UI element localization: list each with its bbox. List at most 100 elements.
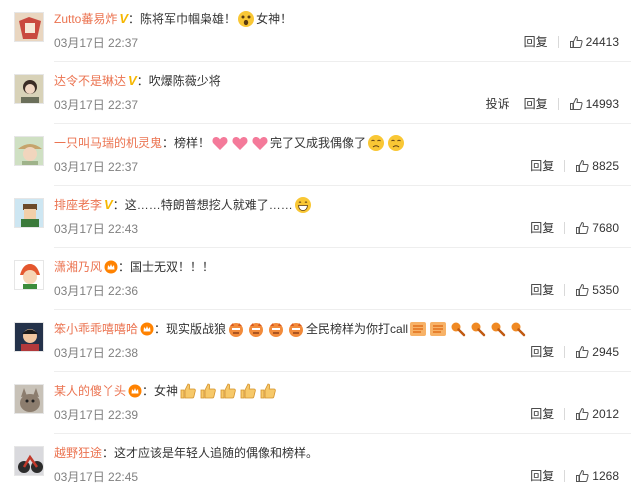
thumbs-up-emoji-icon [259,382,277,400]
reply-button[interactable]: 回复 [524,32,548,52]
thumbs-up-icon [569,35,583,48]
colon: ： [118,260,131,274]
like-button[interactable]: 14993 [569,94,619,114]
action-divider [564,346,566,358]
comment-text: 现实版战狼 [166,322,227,336]
avatar[interactable] [14,74,44,104]
cry-emoji-icon [387,134,405,152]
verified-v-icon: V [119,11,129,26]
like-button[interactable]: 5350 [575,280,619,300]
like-count: 7680 [592,221,619,235]
avatar[interactable] [14,260,44,290]
timestamp: 03月17日 22:43 [54,222,139,236]
report-button[interactable]: 投诉 [486,94,510,114]
like-button[interactable]: 24413 [569,32,619,52]
username-link[interactable]: 达令不是琳达 [54,72,126,90]
action-divider [564,222,566,234]
avatar[interactable] [14,384,44,414]
thumbs-up-icon [576,469,589,482]
comment-text: 陈将军巾帼枭雄！ [140,12,237,26]
verified-v-icon: V [104,197,113,212]
comment-item: 潇湘乃风 ： 国士无双！！！ 03月17日 22:36 回复 5350 [0,248,631,310]
reply-button[interactable]: 回复 [530,156,554,176]
username-link[interactable]: 一只叫马瑞的机灵鬼 [54,134,162,152]
comment-text: 吹爆陈薇少将 [148,74,221,88]
thumbs-up-icon [576,221,589,234]
thumbs-up-emoji-icon [179,382,197,400]
timestamp: 03月17日 22:45 [54,470,139,484]
heart-emoji-icon [251,134,269,152]
reply-button[interactable]: 回复 [530,466,554,486]
call-sticker-icon [429,320,447,338]
glowstick-icon [509,320,527,338]
grin-emoji-icon [294,196,312,214]
member-crown-icon [104,260,118,274]
colon: ： [136,74,149,88]
reply-button[interactable]: 回复 [530,280,554,300]
timestamp: 03月17日 22:38 [54,346,139,360]
thumbs-up-icon [576,283,589,296]
heart-emoji-icon [231,134,249,152]
comment-item: 达令不是琳达 V ： 吹爆陈薇少将 03月17日 22:37 投诉 回复 149… [0,62,631,124]
like-button[interactable]: 7680 [575,218,619,238]
member-crown-icon [128,384,142,398]
thumbs-up-icon [576,407,589,420]
reply-button[interactable]: 回复 [530,404,554,424]
comment-text: 这……特朗普想挖人就难了…… [124,198,293,212]
thumbs-up-icon [576,345,589,358]
like-count: 8825 [592,159,619,173]
comment-list: Zutto蕃易炸 V ： 陈将军巾帼枭雄！ 女神！ 03月17日 22:37 回… [0,0,631,500]
comment-item: 笨小乖乖嘻嘻哈 ： 现实版战狼 全民榜样为你打call 03月17日 22:38… [0,310,631,372]
reply-button[interactable]: 回复 [530,342,554,362]
username-link[interactable]: 越野狂途 [54,444,102,462]
avatar-image-icon [15,13,43,41]
avatar-image-icon [15,385,43,413]
timestamp: 03月17日 22:37 [54,160,139,174]
thumbs-up-icon [569,97,583,110]
like-count: 5350 [592,283,619,297]
timestamp: 03月17日 22:37 [54,36,139,50]
like-button[interactable]: 1268 [575,466,619,486]
avatar[interactable] [14,12,44,42]
username-link[interactable]: 笨小乖乖嘻嘻哈 [54,320,138,338]
like-button[interactable]: 2012 [575,404,619,424]
avatar-image-icon [15,261,43,289]
avatar-image-icon [15,137,43,165]
cry-emoji-icon [367,134,385,152]
username-link[interactable]: 某人的傻丫头 [54,382,126,400]
avatar[interactable] [14,322,44,352]
thumbs-up-emoji-icon [199,382,217,400]
reply-button[interactable]: 回复 [524,94,548,114]
username-link[interactable]: 潇湘乃风 [54,258,102,276]
comment-text: 这才应该是年轻人追随的偶像和榜样。 [114,446,319,460]
comment-text: 女神 [154,384,179,398]
reply-button[interactable]: 回复 [530,218,554,238]
angry-face-emoji-icon [247,320,265,338]
username-link[interactable]: Zutto蕃易炸 [54,10,117,28]
comment-text: 国士无双！！！ [130,260,215,274]
glowstick-icon [449,320,467,338]
avatar-image-icon [15,447,43,475]
heart-emoji-icon [211,134,229,152]
angry-face-emoji-icon [287,320,305,338]
timestamp: 03月17日 22:37 [54,98,139,112]
like-button[interactable]: 2945 [575,342,619,362]
avatar[interactable] [14,446,44,476]
timestamp: 03月17日 22:36 [54,284,139,298]
verified-v-icon: V [128,73,137,88]
comment-item: 一只叫马瑞的机灵鬼 ： 榜样！ 完了又成我偶像了 03月17日 22:37 回复… [0,124,631,186]
like-count: 2012 [592,407,619,421]
avatar[interactable] [14,136,44,166]
like-button[interactable]: 8825 [575,156,619,176]
glowstick-icon [489,320,507,338]
like-count: 14993 [585,97,619,111]
timestamp: 03月17日 22:39 [54,408,139,422]
comment-item: 某人的傻丫头 ： 女神 03月17日 22:39 回复 2012 [0,372,631,434]
action-divider [557,36,559,48]
action-divider [564,408,566,420]
action-divider [564,284,566,296]
comment-text-tail: 全民榜样为你打call [306,322,409,336]
username-link[interactable]: 排座老李 [54,196,102,214]
like-count: 1268 [592,469,619,483]
avatar[interactable] [14,198,44,228]
